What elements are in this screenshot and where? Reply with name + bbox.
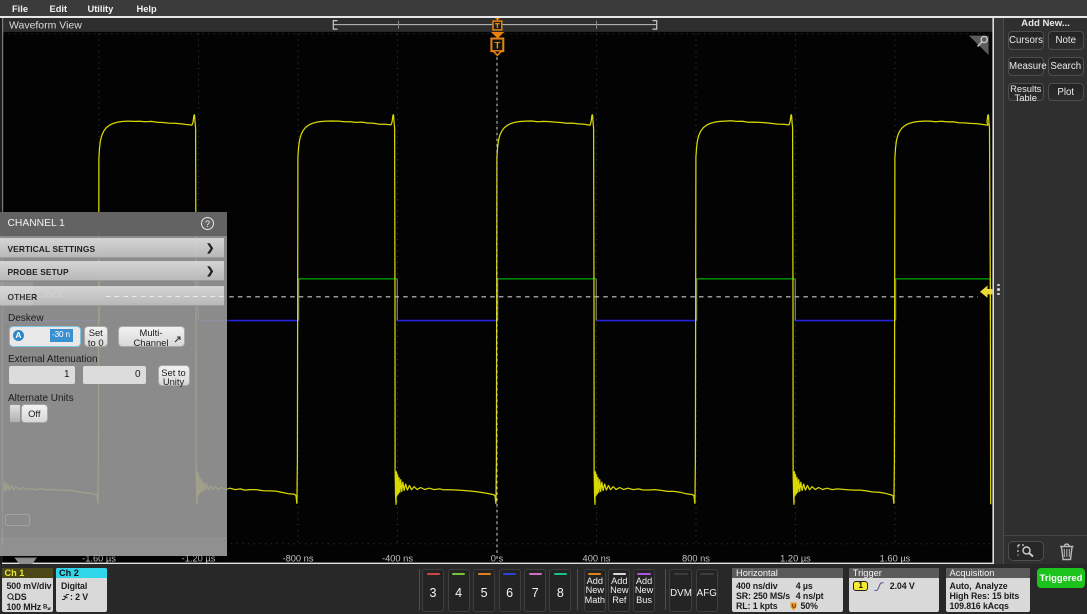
- svg-text:1.20 µs: 1.20 µs: [780, 553, 811, 563]
- svg-text:1.60 µs: 1.60 µs: [880, 553, 911, 563]
- svg-text:-800 ns: -800 ns: [283, 553, 314, 563]
- svg-text:B: B: [43, 604, 48, 610]
- svg-text:0 s: 0 s: [491, 553, 504, 563]
- svg-text:U: U: [792, 604, 796, 610]
- svg-text:Waveform View: Waveform View: [9, 20, 82, 31]
- svg-text:400 ns: 400 ns: [583, 553, 611, 563]
- svg-text:-400 ns: -400 ns: [382, 553, 413, 563]
- svg-text:T: T: [495, 40, 501, 51]
- svg-text:800 ns: 800 ns: [682, 553, 710, 563]
